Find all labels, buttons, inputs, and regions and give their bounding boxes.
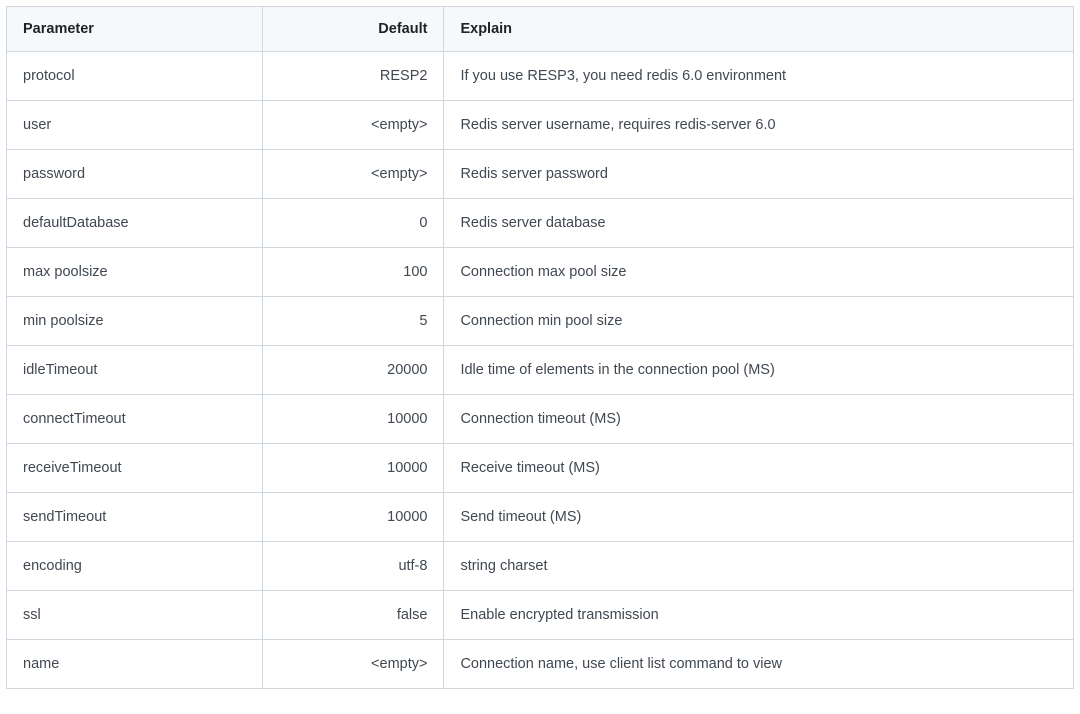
cell-explain: If you use RESP3, you need redis 6.0 env…	[444, 52, 1074, 101]
cell-parameter: sendTimeout	[7, 493, 263, 542]
cell-parameter: password	[7, 150, 263, 199]
cell-parameter: defaultDatabase	[7, 199, 263, 248]
cell-default: 10000	[263, 395, 444, 444]
table-row: user <empty> Redis server username, requ…	[7, 101, 1074, 150]
cell-default: 10000	[263, 444, 444, 493]
cell-explain: Redis server username, requires redis-se…	[444, 101, 1074, 150]
cell-default: <empty>	[263, 101, 444, 150]
cell-explain: Idle time of elements in the connection …	[444, 346, 1074, 395]
table-row: encoding utf-8 string charset	[7, 542, 1074, 591]
header-parameter: Parameter	[7, 7, 263, 52]
table-header-row: Parameter Default Explain	[7, 7, 1074, 52]
cell-parameter: encoding	[7, 542, 263, 591]
cell-explain: Connection min pool size	[444, 297, 1074, 346]
cell-explain: Redis server database	[444, 199, 1074, 248]
cell-parameter: name	[7, 640, 263, 689]
cell-default: utf-8	[263, 542, 444, 591]
cell-explain: Redis server password	[444, 150, 1074, 199]
cell-default: false	[263, 591, 444, 640]
parameters-table: Parameter Default Explain protocol RESP2…	[6, 6, 1074, 689]
table-row: protocol RESP2 If you use RESP3, you nee…	[7, 52, 1074, 101]
header-default: Default	[263, 7, 444, 52]
cell-parameter: max poolsize	[7, 248, 263, 297]
header-explain: Explain	[444, 7, 1074, 52]
cell-default: <empty>	[263, 150, 444, 199]
table-row: name <empty> Connection name, use client…	[7, 640, 1074, 689]
cell-parameter: connectTimeout	[7, 395, 263, 444]
cell-parameter: protocol	[7, 52, 263, 101]
cell-default: 10000	[263, 493, 444, 542]
cell-explain: Send timeout (MS)	[444, 493, 1074, 542]
cell-default: 100	[263, 248, 444, 297]
table-row: sendTimeout 10000 Send timeout (MS)	[7, 493, 1074, 542]
cell-explain: Connection timeout (MS)	[444, 395, 1074, 444]
table-row: receiveTimeout 10000 Receive timeout (MS…	[7, 444, 1074, 493]
cell-parameter: idleTimeout	[7, 346, 263, 395]
cell-explain: string charset	[444, 542, 1074, 591]
cell-explain: Enable encrypted transmission	[444, 591, 1074, 640]
cell-parameter: ssl	[7, 591, 263, 640]
cell-parameter: receiveTimeout	[7, 444, 263, 493]
cell-parameter: min poolsize	[7, 297, 263, 346]
cell-explain: Connection name, use client list command…	[444, 640, 1074, 689]
table-row: defaultDatabase 0 Redis server database	[7, 199, 1074, 248]
cell-default: 0	[263, 199, 444, 248]
cell-default: RESP2	[263, 52, 444, 101]
cell-parameter: user	[7, 101, 263, 150]
cell-explain: Receive timeout (MS)	[444, 444, 1074, 493]
table-row: max poolsize 100 Connection max pool siz…	[7, 248, 1074, 297]
cell-default: 20000	[263, 346, 444, 395]
table-row: idleTimeout 20000 Idle time of elements …	[7, 346, 1074, 395]
table-row: min poolsize 5 Connection min pool size	[7, 297, 1074, 346]
cell-explain: Connection max pool size	[444, 248, 1074, 297]
cell-default: <empty>	[263, 640, 444, 689]
table-row: connectTimeout 10000 Connection timeout …	[7, 395, 1074, 444]
cell-default: 5	[263, 297, 444, 346]
table-row: password <empty> Redis server password	[7, 150, 1074, 199]
table-row: ssl false Enable encrypted transmission	[7, 591, 1074, 640]
